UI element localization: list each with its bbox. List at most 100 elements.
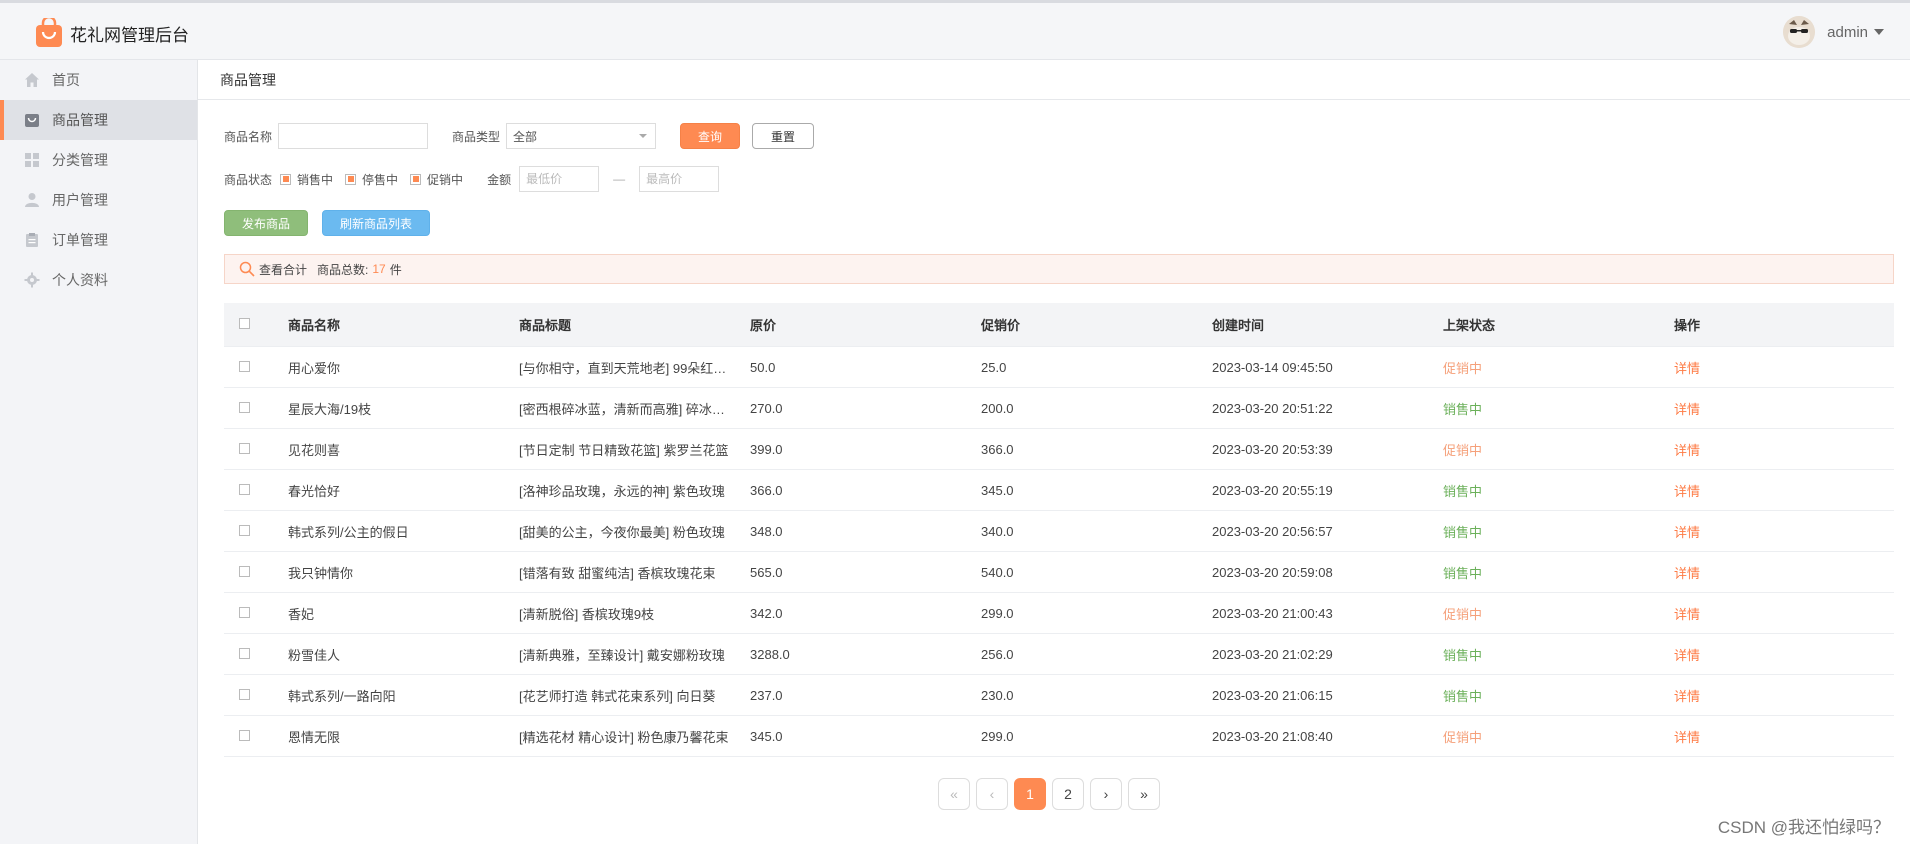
row-checkbox[interactable] (239, 401, 250, 413)
home-icon (24, 72, 40, 88)
cell-created: 2023-03-20 20:55:19 (1212, 482, 1333, 498)
avatar[interactable] (1783, 16, 1816, 48)
status-label: 商品状态 (224, 172, 273, 187)
product-type-select[interactable]: 全部 (506, 123, 657, 149)
row-checkbox[interactable] (239, 565, 250, 577)
status-checkbox-on-sale[interactable] (280, 173, 292, 185)
reset-button[interactable]: 重置 (752, 123, 815, 149)
cell-promo: 200.0 (981, 400, 1014, 416)
cell-price: 348.0 (750, 523, 783, 539)
cell-title: [与你相守，直到天荒地老] 99朵红玫瑰 (519, 360, 740, 376)
table-header: 商品名称 商品标题 原价 促销价 创建时间 上架状态 操作 (224, 303, 1894, 347)
cell-promo: 299.0 (981, 605, 1014, 621)
status-badge: 销售中 (1443, 524, 1483, 540)
cell-name: 见花则喜 (288, 442, 341, 458)
cell-title: [节日定制 节日精致花篮] 紫罗兰花篮 (519, 442, 729, 458)
cell-name: 韩式系列/公主的假日 (288, 524, 409, 540)
table-row: 韩式系列/一路向阳 [花艺师打造 韩式花束系列] 向日葵 237.0 230.0 202… (224, 675, 1894, 716)
detail-link[interactable]: 详情 (1674, 645, 1894, 664)
column-header: 创建时间 (1212, 318, 1265, 333)
refresh-list-button[interactable]: 刷新商品列表 (322, 210, 430, 236)
row-checkbox[interactable] (239, 483, 250, 495)
brand[interactable]: 花礼网管理后台 (34, 15, 189, 48)
cell-promo: 340.0 (981, 523, 1014, 539)
sidebar-item-orders[interactable]: 订单管理 (0, 220, 197, 260)
next-page-button[interactable]: › (1090, 778, 1122, 810)
status-badge: 促销中 (1443, 442, 1483, 458)
first-page-button[interactable]: « (938, 778, 970, 810)
table-row: 见花则喜 [节日定制 节日精致花篮] 紫罗兰花篮 399.0 366.0 2023-03… (224, 429, 1894, 470)
column-header: 促销价 (981, 318, 1021, 333)
select-all-checkbox[interactable] (239, 318, 250, 329)
detail-link[interactable]: 详情 (1674, 358, 1894, 377)
row-checkbox[interactable] (239, 442, 250, 454)
detail-link[interactable]: 详情 (1674, 481, 1894, 500)
detail-link[interactable]: 详情 (1674, 727, 1894, 746)
prev-page-button[interactable]: ‹ (976, 778, 1008, 810)
cell-created: 2023-03-20 20:56:57 (1212, 523, 1333, 539)
cell-created: 2023-03-20 21:00:43 (1212, 605, 1333, 621)
detail-link[interactable]: 详情 (1674, 399, 1894, 418)
status-option-label: 停售中 (362, 172, 399, 187)
detail-link[interactable]: 详情 (1674, 440, 1894, 459)
chevron-down-icon[interactable] (1874, 29, 1884, 35)
status-badge: 销售中 (1443, 483, 1483, 499)
cell-price: 3288.0 (750, 646, 790, 662)
pagination: « ‹ 1 2 › » (938, 778, 1166, 810)
publish-product-button[interactable]: 发布商品 (224, 210, 308, 236)
detail-link[interactable]: 详情 (1674, 686, 1894, 705)
cell-price: 345.0 (750, 728, 783, 744)
filter-row-1: 商品名称 商品类型 全部 查询 重置 (224, 123, 815, 149)
sidebar-item-products[interactable]: 商品管理 (0, 100, 197, 140)
user-menu[interactable]: admin (1783, 16, 1884, 48)
page-2-button[interactable]: 2 (1052, 778, 1084, 810)
status-checkbox-off-sale[interactable] (345, 173, 357, 185)
cell-promo: 230.0 (981, 687, 1014, 703)
last-page-button[interactable]: » (1128, 778, 1160, 810)
cell-title: [清新脱俗] 香槟玫瑰9枝 (519, 606, 655, 622)
cell-created: 2023-03-14 09:45:50 (1212, 359, 1333, 375)
row-checkbox[interactable] (239, 647, 250, 659)
breadcrumb: 商品管理 (198, 60, 1910, 100)
cell-created: 2023-03-20 20:59:08 (1212, 564, 1333, 580)
cell-title: [洛神珍品玫瑰，永远的神] 紫色玫瑰 (519, 483, 725, 499)
sidebar-item-categories[interactable]: 分类管理 (0, 140, 197, 180)
page-1-button[interactable]: 1 (1014, 778, 1046, 810)
max-price-input[interactable] (639, 166, 720, 192)
sidebar-item-label: 个人资料 (52, 272, 108, 288)
sidebar-item-home[interactable]: 首页 (0, 60, 197, 100)
detail-link[interactable]: 详情 (1674, 522, 1894, 541)
username[interactable]: admin (1827, 24, 1868, 41)
row-checkbox[interactable] (239, 360, 250, 372)
status-option-label: 销售中 (297, 172, 334, 187)
cell-name: 香妃 (288, 606, 315, 622)
sidebar-item-profile[interactable]: 个人资料 (0, 260, 197, 300)
detail-link[interactable]: 详情 (1674, 604, 1894, 623)
cell-price: 270.0 (750, 400, 783, 416)
status-badge: 销售中 (1443, 565, 1483, 581)
status-badge: 销售中 (1443, 647, 1483, 663)
amount-label: 金额 (487, 172, 512, 187)
sidebar-item-users[interactable]: 用户管理 (0, 180, 197, 220)
view-total-label[interactable]: 查看合计 (259, 261, 307, 278)
row-checkbox[interactable] (239, 606, 250, 618)
cell-created: 2023-03-20 21:02:29 (1212, 646, 1333, 662)
cell-promo: 25.0 (981, 359, 1007, 375)
product-name-input[interactable] (278, 123, 429, 149)
status-checkbox-promo[interactable] (410, 173, 422, 185)
min-price-input[interactable] (519, 166, 600, 192)
row-checkbox[interactable] (239, 524, 250, 536)
filter-row-2: 商品状态 销售中 停售中 促销中 金额 — (224, 166, 720, 192)
row-checkbox[interactable] (239, 688, 250, 700)
cell-promo: 256.0 (981, 646, 1014, 662)
grid-icon (24, 152, 40, 168)
top-header: 花礼网管理后台 admin (0, 0, 1910, 60)
query-button[interactable]: 查询 (680, 123, 741, 149)
gear-icon (24, 272, 40, 288)
cell-promo: 345.0 (981, 482, 1014, 498)
cell-price: 237.0 (750, 687, 783, 703)
detail-link[interactable]: 详情 (1674, 563, 1894, 582)
cell-created: 2023-03-20 20:51:22 (1212, 400, 1333, 416)
bag-icon (24, 112, 40, 128)
row-checkbox[interactable] (239, 729, 250, 741)
